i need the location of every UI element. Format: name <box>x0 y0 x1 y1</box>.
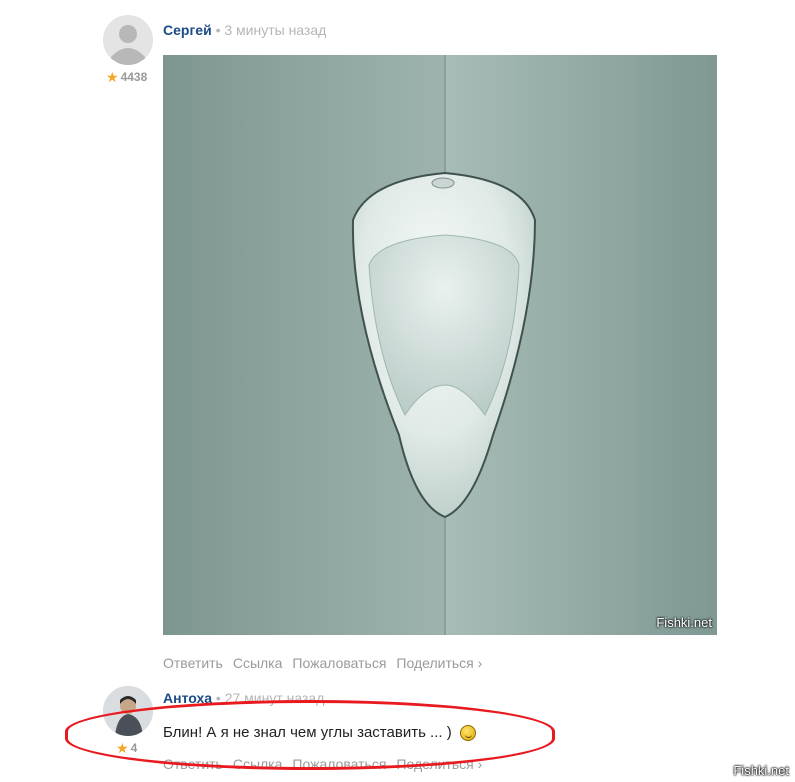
share-link[interactable]: Поделиться › <box>396 655 482 671</box>
avatar[interactable] <box>103 15 153 65</box>
urinal-photo <box>163 55 717 635</box>
user-rating: ★ 4438 <box>106 70 147 84</box>
share-link[interactable]: Поделиться › <box>396 756 482 772</box>
report-link[interactable]: Пожаловаться <box>292 756 386 772</box>
user-rating: ★ 4 <box>116 741 137 755</box>
comment-body: Блин! А я не знал чем углы заставить ...… <box>163 724 452 741</box>
rating-value: 4 <box>130 741 138 755</box>
avatar[interactable] <box>103 686 153 736</box>
permalink-link[interactable]: Ссылка <box>233 756 283 772</box>
user-photo-icon <box>103 686 153 736</box>
permalink-link[interactable]: Ссылка <box>233 655 283 671</box>
comment-text: Блин! А я не знал чем углы заставить ...… <box>163 724 476 741</box>
comment-meta: Сергей • 3 минуты назад <box>163 22 326 38</box>
comment-meta: Антоха • 27 минут назад <box>163 690 324 706</box>
comment-actions: Ответить Ссылка Пожаловаться Поделиться … <box>163 756 482 772</box>
smile-emoji-icon <box>459 724 476 741</box>
reply-link[interactable]: Ответить <box>163 756 223 772</box>
author-name[interactable]: Сергей <box>163 22 212 38</box>
report-link[interactable]: Пожаловаться <box>292 655 386 671</box>
comment-actions: Ответить Ссылка Пожаловаться Поделиться … <box>163 655 482 671</box>
star-icon: ★ <box>116 740 129 756</box>
comment-time[interactable]: • 3 минуты назад <box>216 22 327 38</box>
author-name[interactable]: Антоха <box>163 690 212 706</box>
star-icon: ★ <box>106 69 119 85</box>
rating-value: 4438 <box>120 70 148 84</box>
reply-link[interactable]: Ответить <box>163 655 223 671</box>
comment-image[interactable]: Fishki.net <box>163 55 717 635</box>
comment-time[interactable]: • 27 минут назад <box>216 690 324 706</box>
image-watermark: Fishki.net <box>656 615 712 630</box>
user-placeholder-icon <box>103 15 153 65</box>
site-watermark: Fishki.net <box>733 763 789 778</box>
